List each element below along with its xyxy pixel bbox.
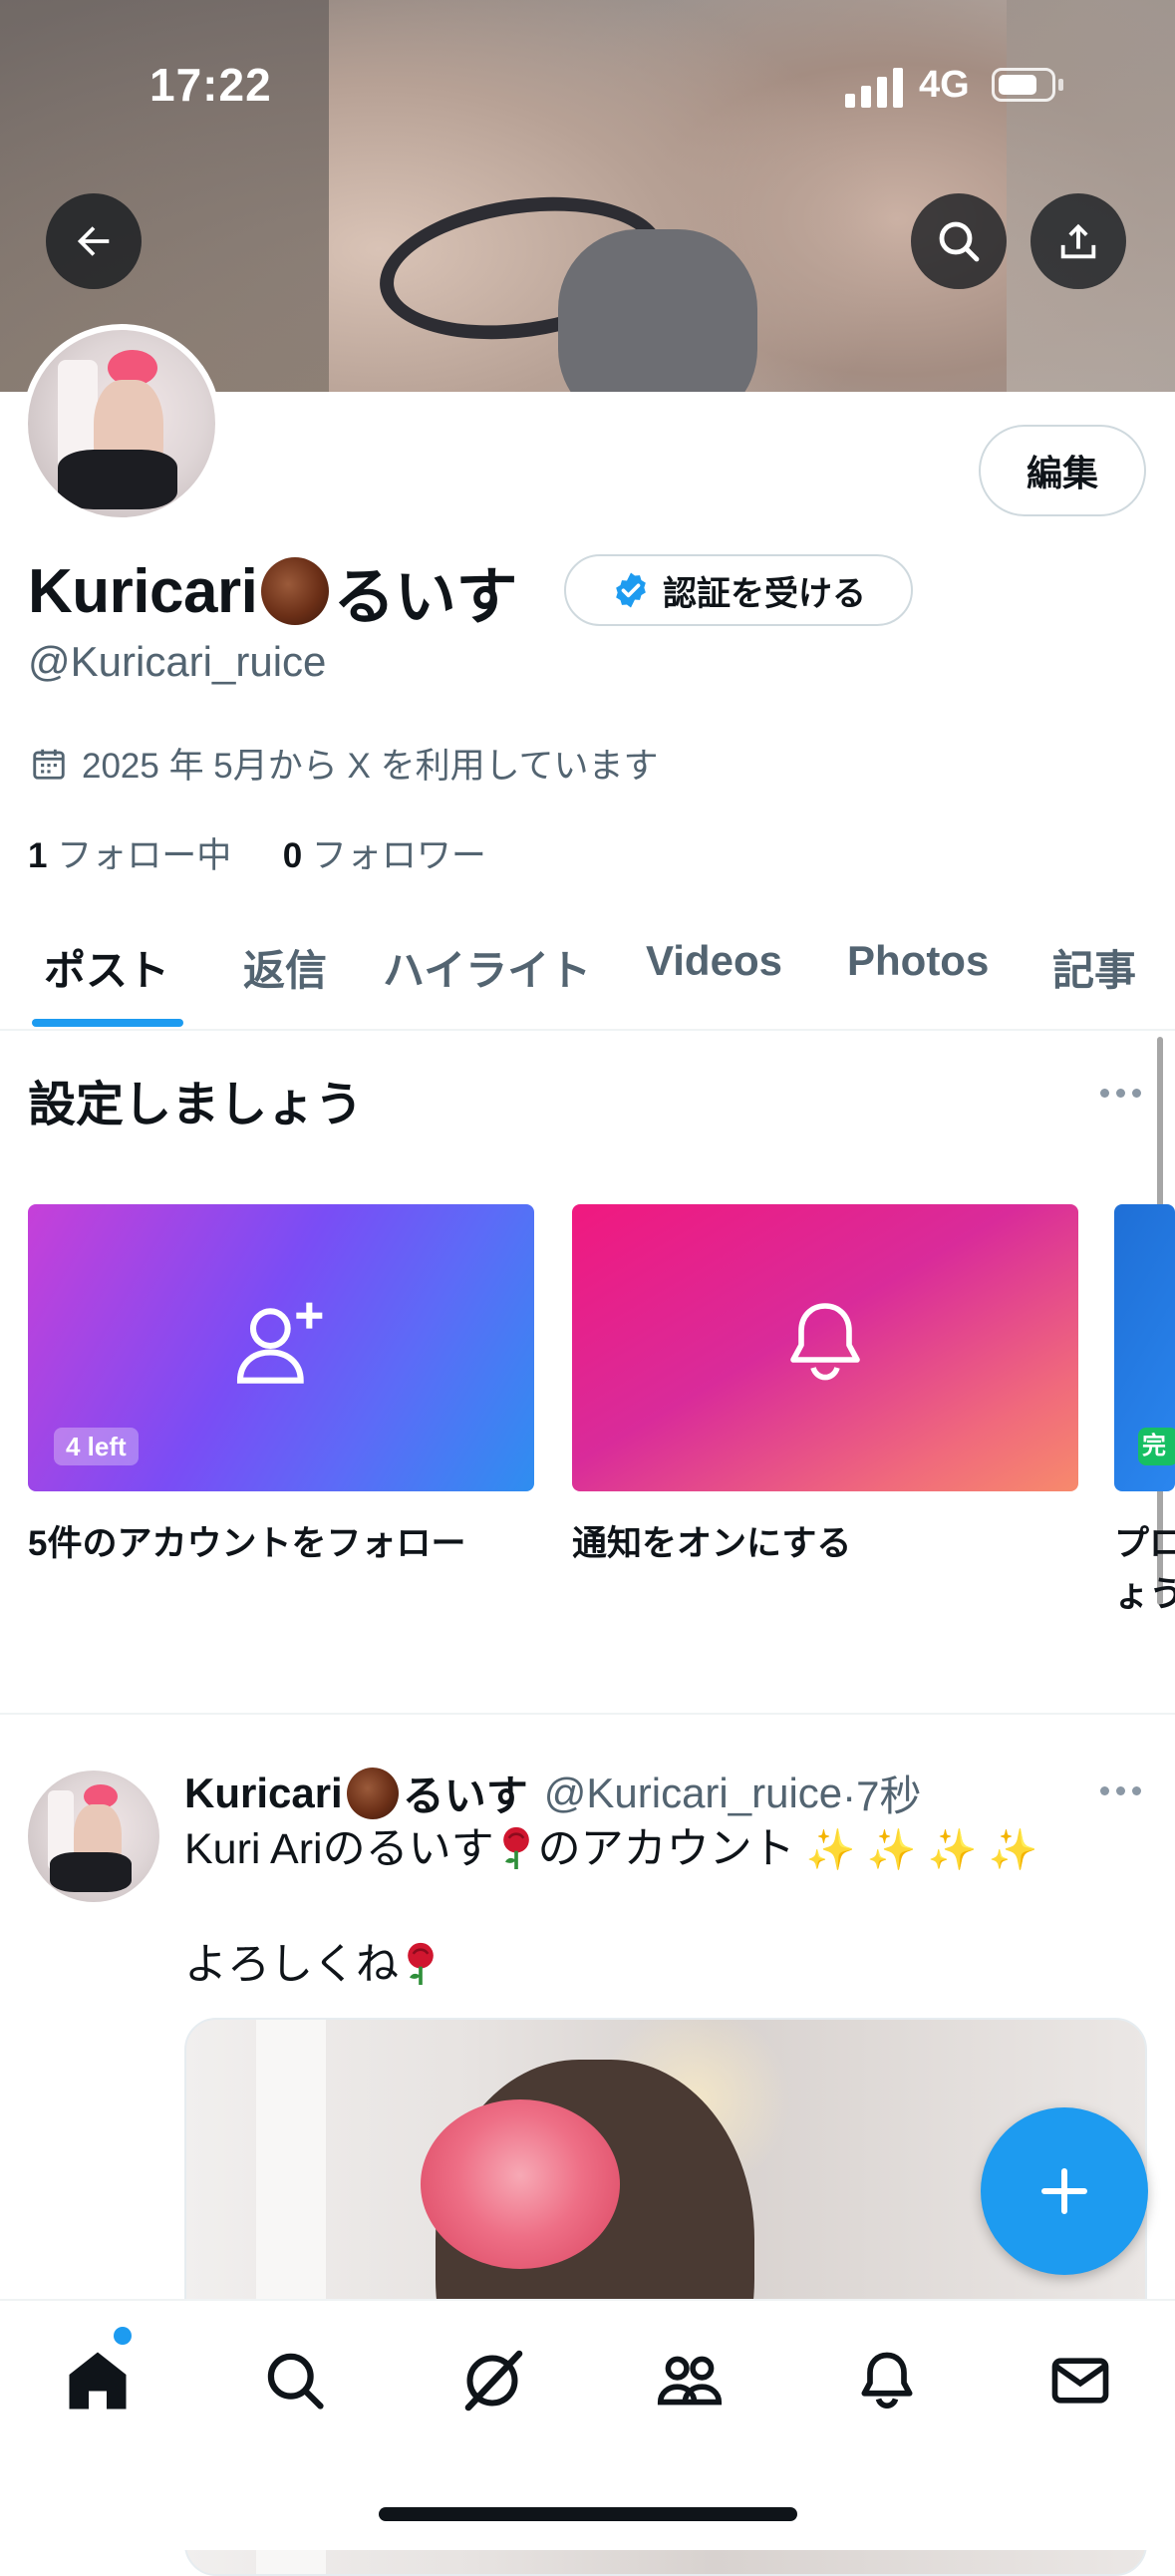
setup-card-notifications-label: 通知をオンにする bbox=[572, 1524, 852, 1563]
setup-card-notifications[interactable] bbox=[572, 1204, 1078, 1491]
profile-name: Kuricari るいす bbox=[28, 546, 517, 636]
get-verified-label: 認証を受ける bbox=[663, 574, 866, 613]
back-button[interactable] bbox=[46, 193, 142, 289]
rose-emoji-icon bbox=[399, 1939, 442, 1987]
joined-text: 2025 年 5月から X を利用しています bbox=[82, 747, 659, 786]
edit-profile-button[interactable]: 編集 bbox=[979, 425, 1146, 516]
tab-articles[interactable]: 記事 bbox=[1052, 937, 1136, 998]
followers-link[interactable]: 0 フォロワー bbox=[283, 836, 486, 875]
compose-post-button[interactable] bbox=[981, 2107, 1148, 2275]
tab-photos[interactable]: Photos bbox=[847, 937, 989, 985]
profile-avatar[interactable] bbox=[22, 324, 221, 523]
setup-section-title: 設定しましょう bbox=[28, 1079, 364, 1131]
nav-notifications[interactable] bbox=[847, 2341, 927, 2420]
chestnut-emoji-icon bbox=[346, 1767, 399, 1819]
battery-icon bbox=[992, 68, 1055, 102]
bell-icon bbox=[861, 2352, 913, 2410]
home-icon bbox=[69, 2352, 127, 2410]
setup-more-options-icon[interactable] bbox=[1100, 1089, 1141, 1098]
tab-highlights[interactable]: ハイライト bbox=[383, 937, 591, 998]
add-person-icon bbox=[236, 1302, 323, 1384]
nav-communities[interactable] bbox=[650, 2341, 730, 2420]
home-indicator[interactable] bbox=[379, 2507, 797, 2521]
following-count: 1 bbox=[28, 836, 48, 875]
tab-replies[interactable]: 返信 bbox=[243, 937, 327, 998]
nav-messages[interactable] bbox=[1040, 2341, 1120, 2420]
post-handle: @Kuricari_ruice bbox=[543, 1769, 843, 1816]
tab-posts[interactable]: ポスト bbox=[44, 937, 169, 998]
completed-badge: 完 bbox=[1138, 1428, 1175, 1465]
post-more-options-icon[interactable] bbox=[1100, 1786, 1141, 1795]
share-button[interactable] bbox=[1030, 193, 1126, 289]
nav-home[interactable] bbox=[58, 2341, 138, 2420]
arrow-left-icon bbox=[77, 226, 110, 256]
joined-date: 2025 年 5月から X を利用しています bbox=[30, 738, 659, 789]
profile-tabs: ポスト 返信 ハイライト Videos Photos 記事 bbox=[0, 917, 1175, 1031]
remaining-badge: 4 left bbox=[54, 1428, 139, 1465]
post-author-name: Kuricari bbox=[184, 1769, 343, 1816]
post-line1-b: のアカウント bbox=[537, 1825, 795, 1873]
post-line2: よろしくね bbox=[184, 1941, 399, 1989]
followers-count: 0 bbox=[282, 836, 303, 875]
rose-emoji-icon bbox=[494, 1823, 538, 1871]
post-line1-a: Kuri Ariのるいす bbox=[184, 1825, 494, 1873]
plus-icon bbox=[1041, 2168, 1087, 2214]
active-tab-indicator bbox=[32, 1019, 183, 1027]
bell-icon bbox=[790, 1303, 860, 1381]
post-avatar[interactable] bbox=[28, 1771, 159, 1902]
follow-stats: 1 フォロー中 0 フォロワー bbox=[28, 827, 486, 878]
calendar-icon bbox=[33, 749, 65, 780]
communities-icon bbox=[657, 2356, 723, 2406]
tab-videos[interactable]: Videos bbox=[646, 937, 782, 985]
battery-tip bbox=[1058, 79, 1063, 91]
following-link[interactable]: 1 フォロー中 bbox=[28, 836, 231, 875]
post-author-suffix: るいす bbox=[402, 1772, 528, 1819]
chestnut-emoji-icon bbox=[261, 557, 330, 625]
search-icon bbox=[267, 2353, 324, 2410]
verified-badge-icon bbox=[616, 572, 646, 608]
status-time: 17:22 bbox=[149, 59, 272, 111]
section-divider bbox=[0, 1713, 1175, 1715]
post-text-line2: よろしくね bbox=[184, 1936, 442, 1994]
setup-card-profile-label-line1: プロ bbox=[1114, 1524, 1175, 1563]
grok-icon bbox=[464, 2350, 523, 2412]
post-header: Kuricari るいす @Kuricari_ruice ·7秒 bbox=[184, 1763, 922, 1823]
setup-card-profile-label-line2: ょう bbox=[1114, 1575, 1175, 1614]
search-button[interactable] bbox=[911, 193, 1007, 289]
setup-card-profile[interactable]: 完 bbox=[1114, 1204, 1175, 1491]
signal-icon bbox=[845, 68, 907, 113]
nav-grok[interactable] bbox=[452, 2341, 532, 2420]
setup-card-follow-label: 5件のアカウントをフォロー bbox=[28, 1524, 466, 1563]
nav-search[interactable] bbox=[255, 2341, 335, 2420]
status-bar: 17:22 4G bbox=[0, 0, 1175, 150]
setup-card-follow[interactable]: 4 left bbox=[28, 1204, 534, 1491]
share-icon bbox=[1060, 223, 1096, 259]
post-time: ·7秒 bbox=[842, 1772, 922, 1819]
profile-handle: @Kuricari_ruice bbox=[28, 638, 327, 685]
get-verified-button[interactable]: 認証を受ける bbox=[564, 554, 913, 626]
post-author[interactable]: Kuricari るいす bbox=[184, 1763, 528, 1823]
setup-card-profile-label: プロ ょう bbox=[1114, 1515, 1175, 1617]
home-notification-dot bbox=[114, 2327, 132, 2345]
post-text-line1: Kuri Ariのるいす のアカウント ✨ ✨ ✨ ✨ bbox=[184, 1820, 1037, 1879]
sparkles-emoji-icon: ✨ ✨ ✨ ✨ bbox=[794, 1828, 1038, 1872]
followers-label: フォロワー bbox=[311, 836, 486, 875]
mail-icon bbox=[1051, 2358, 1109, 2404]
search-icon bbox=[939, 221, 980, 262]
network-type: 4G bbox=[919, 64, 970, 106]
profile-name-suffix: るいす bbox=[333, 563, 517, 632]
following-label: フォロー中 bbox=[57, 836, 232, 875]
profile-name-text: Kuricari bbox=[28, 556, 258, 626]
